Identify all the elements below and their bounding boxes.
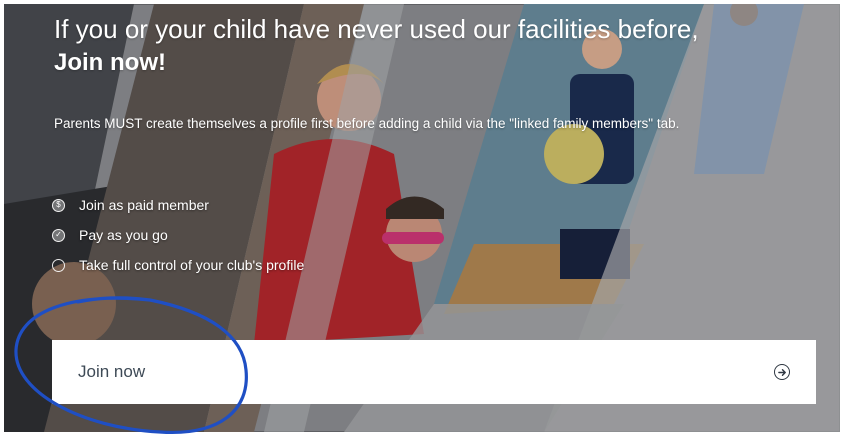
check-circle-icon: ✓ — [52, 228, 65, 242]
benefit-label: Join as paid member — [79, 197, 209, 213]
parent-profile-note: Parents MUST create themselves a profile… — [54, 116, 680, 131]
dollar-circle-icon: $ — [52, 198, 65, 212]
circle-icon — [52, 258, 65, 272]
benefits-list: $ Join as paid member ✓ Pay as you go Ta… — [52, 190, 304, 280]
benefit-label: Pay as you go — [79, 227, 168, 243]
hero-headline-strong: Join now! — [54, 49, 166, 76]
benefit-paid-member: $ Join as paid member — [52, 190, 304, 220]
join-now-label: Join now — [78, 362, 146, 381]
benefit-pay-as-you-go: ✓ Pay as you go — [52, 220, 304, 250]
benefit-label: Take full control of your club's profile — [79, 257, 305, 273]
join-now-button[interactable]: Join now — [52, 340, 816, 404]
arrow-right-circle-icon — [774, 364, 790, 380]
join-now-banner: If you or your child have never used our… — [4, 4, 840, 432]
hero-headline: If you or your child have never used our… — [54, 14, 699, 44]
benefit-full-control: Take full control of your club's profile — [52, 250, 304, 280]
